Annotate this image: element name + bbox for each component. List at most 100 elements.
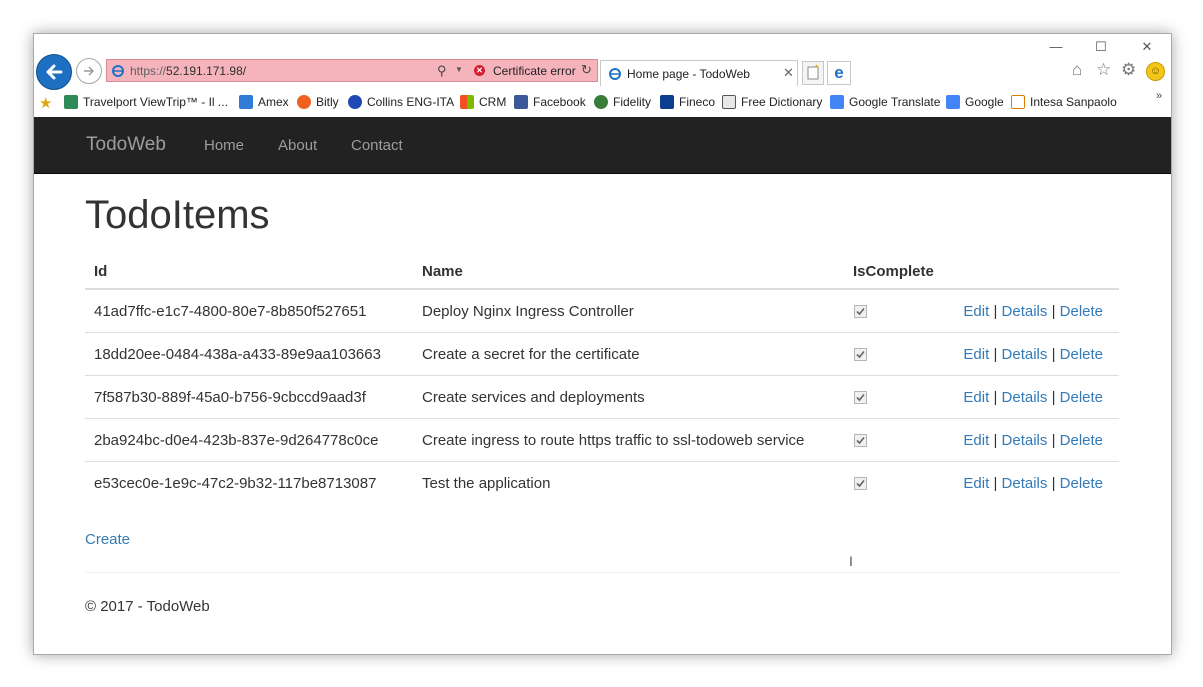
google-icon [946,95,960,109]
action-separator: | [993,474,998,492]
cell-name: Deploy Nginx Ingress Controller [422,302,634,320]
details-link[interactable]: Details [1002,346,1048,363]
cell-name: Test the application [413,461,844,504]
cell-name: Create ingress to route https traffic to… [413,418,844,462]
action-separator: | [993,388,998,406]
intesa-icon [1011,95,1025,109]
forward-button[interactable] [76,58,102,84]
favorite-google-translate[interactable]: Google Translate [830,95,940,109]
cell-id: 7f587b30-889f-45a0-b756-9cbccd9aad3f [85,375,413,419]
edit-link[interactable]: Edit [963,303,989,320]
close-button[interactable]: ✕ [1132,36,1162,58]
new-tab-button[interactable] [802,61,824,85]
back-button[interactable] [36,54,72,90]
certificate-error-icon[interactable]: ✕ [474,65,485,76]
search-icon[interactable]: ⚲ [437,63,447,79]
favorite-travelport[interactable]: Travelport ViewTrip™ - Il ... [64,95,228,109]
cell-name: Create a secret for the certificate [413,332,844,376]
favorite-free-dictionary[interactable]: Free Dictionary [722,95,822,109]
table-row: 2ba924bc-d0e4-423b-837e-9d264778c0ce Crea… [85,418,1119,462]
delete-link[interactable]: Delete [1060,432,1103,449]
delete-link[interactable]: Delete [1060,303,1103,320]
edit-link[interactable]: Edit [963,346,989,363]
title-bar: — ☐ ✕ https://52.191.171.98/ ⚲ ▼ ✕ Certi… [34,34,1171,90]
cell-actions: Edit | Details | Delete [949,289,1119,333]
certificate-error-label[interactable]: Certificate error [493,64,576,78]
tab-ie-icon [609,68,621,80]
column-header-iscomplete: IsComplete [844,255,949,290]
navbar-brand[interactable]: TodoWeb [86,134,166,156]
details-link[interactable]: Details [1002,389,1048,406]
column-header-actions [949,255,1119,290]
collins-icon [348,95,362,109]
favorite-amex[interactable]: Amex [239,95,289,109]
cell-iscomplete [844,461,949,504]
column-header-id: Id [85,255,413,290]
cell-name: Create services and deployments [413,375,844,419]
amex-icon [239,95,253,109]
nav-link-home[interactable]: Home [204,137,244,154]
address-host: 52.191.171.98/ [166,64,247,78]
ie-edge-icon[interactable]: e [827,61,851,85]
address-scheme: https:// [130,64,167,78]
ie-page-icon [112,65,124,77]
dropdown-caret-icon[interactable]: ▼ [455,65,463,74]
column-header-name: Name [413,255,844,290]
nav-link-about[interactable]: About [278,137,317,154]
cell-actions: Edit | Details | Delete [949,332,1119,376]
create-link[interactable]: Create [85,531,130,548]
edit-link[interactable]: Edit [963,389,989,406]
add-favorites-star-icon[interactable]: ★ [39,94,52,112]
address-bar[interactable]: https://52.191.171.98/ ⚲ ▼ ✕ Certificate… [106,59,598,82]
tab-title: Home page - TodoWeb [627,67,750,81]
refresh-icon[interactable]: ↻ [581,62,592,78]
table-row: e53cec0e-1e9c-47c2-9b32-117be8713087 Test… [85,461,1119,504]
delete-link[interactable]: Delete [1060,475,1103,492]
action-separator: | [993,431,998,449]
iscomplete-checkbox [854,304,867,318]
iscomplete-checkbox [854,347,867,361]
back-arrow-icon [46,64,63,80]
table-row: 7f587b30-889f-45a0-b756-9cbccd9aad3f Crea… [85,375,1119,419]
favorite-fidelity[interactable]: Fidelity [594,95,651,109]
tab-home-page[interactable]: Home page - TodoWeb ✕ [600,60,798,86]
favorite-collins[interactable]: Collins ENG-ITA [348,95,454,109]
delete-link[interactable]: Delete [1060,389,1103,406]
nav-link-contact[interactable]: Contact [351,137,403,154]
favorites-star-icon[interactable]: ☆ [1096,60,1111,80]
details-link[interactable]: Details [1002,432,1048,449]
favorite-bitly[interactable]: Bitly [297,95,339,109]
favorite-facebook[interactable]: Facebook [514,95,586,109]
favorite-google[interactable]: Google [946,95,1004,109]
table-row: 18dd20ee-0484-438a-a433-89e9aa103663 Crea… [85,332,1119,376]
feedback-smiley-icon[interactable]: ☺ [1146,62,1165,81]
tab-close-icon[interactable]: ✕ [783,65,794,81]
minimize-button[interactable]: — [1041,36,1071,58]
edit-link[interactable]: Edit [963,475,989,492]
cell-id: 18dd20ee-0484-438a-a433-89e9aa103663 [85,332,413,376]
action-separator: | [1051,388,1056,406]
action-separator: | [1051,302,1056,320]
favorite-intesa-sanpaolo[interactable]: Intesa Sanpaolo [1011,95,1117,109]
translate-icon [830,95,844,109]
cell-id: 41ad7ffc-e1c7-4800-80e7-8b850f527651 [94,302,367,320]
footer-copyright: © 2017 - TodoWeb [85,598,210,615]
page-title: TodoItems [85,193,270,237]
iscomplete-checkbox [854,476,867,490]
cell-iscomplete [844,375,949,419]
favorites-more-chevron-icon[interactable]: » [1156,90,1162,102]
cell-id: 2ba924bc-d0e4-423b-837e-9d264778c0ce [85,418,413,462]
bitly-icon [297,95,311,109]
edit-link[interactable]: Edit [963,432,989,449]
maximize-button[interactable]: ☐ [1086,36,1116,58]
details-link[interactable]: Details [1002,303,1048,320]
home-icon[interactable]: ⌂ [1072,60,1082,80]
favorite-crm[interactable]: CRM [460,95,506,109]
details-link[interactable]: Details [1002,475,1048,492]
delete-link[interactable]: Delete [1060,346,1103,363]
favorite-fineco[interactable]: Fineco [660,95,715,109]
fineco-icon [660,95,674,109]
cell-actions: Edit | Details | Delete [949,418,1119,462]
table-row: 41ad7ffc-e1c7-4800-80e7-8b850f527651 Depl… [85,289,1119,333]
settings-gear-icon[interactable]: ⚙ [1121,60,1136,80]
